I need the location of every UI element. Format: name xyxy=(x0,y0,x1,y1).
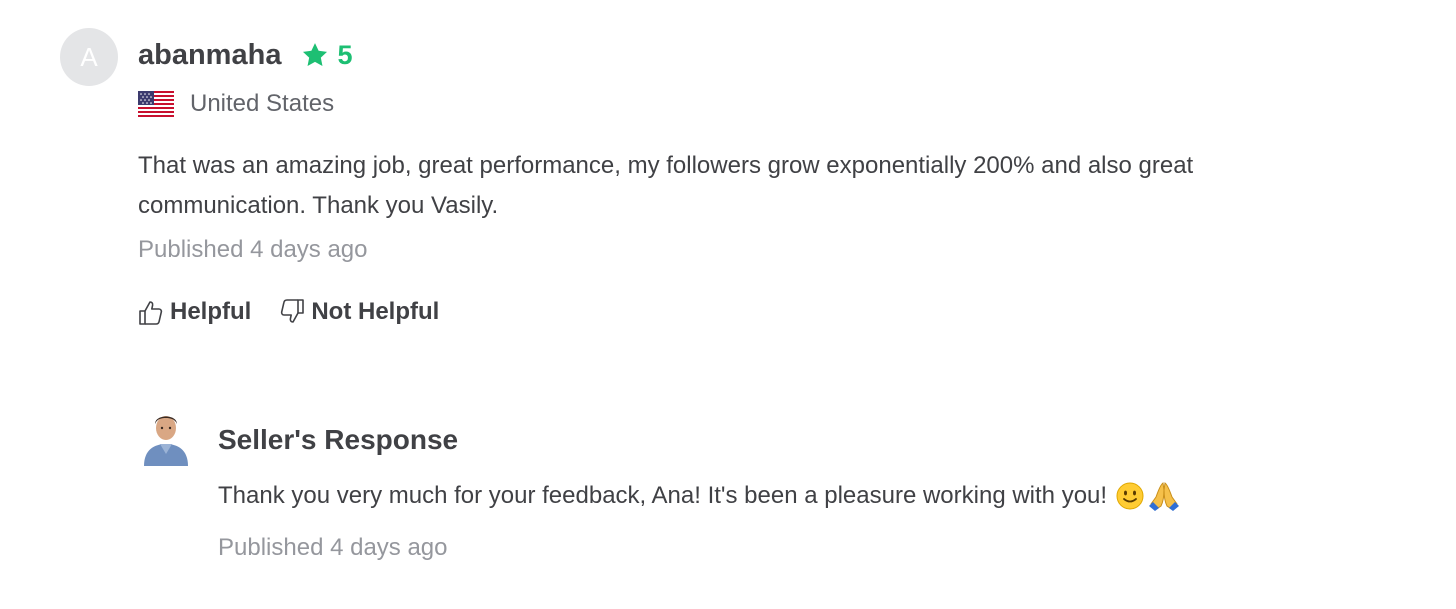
review-body: abanmaha 5 United States That was an ama… xyxy=(138,28,1388,326)
helpful-button[interactable]: Helpful xyxy=(138,298,251,326)
smiling-face-icon xyxy=(1116,482,1144,510)
reviewer-location: United States xyxy=(138,84,1388,124)
rating: 5 xyxy=(301,40,352,71)
response-text: Thank you very much for your feedback, A… xyxy=(218,482,1108,509)
thumbs-up-icon xyxy=(139,301,163,325)
helpful-actions: Helpful Not Helpful xyxy=(138,298,1388,326)
reviewer-avatar[interactable]: A xyxy=(60,28,118,86)
response-title: Seller's Response xyxy=(218,424,459,455)
response-text-row: Thank you very much for your feedback, A… xyxy=(218,480,1318,512)
review-comment: That was an amazing job, great performan… xyxy=(138,152,1194,219)
reviewer-header: abanmaha 5 xyxy=(138,28,1388,82)
review-published-date: Published 4 days ago xyxy=(138,236,368,263)
helpful-label: Helpful xyxy=(170,298,252,325)
folded-hands-icon xyxy=(1149,482,1180,511)
thumbs-down-icon xyxy=(281,299,305,323)
not-helpful-button[interactable]: Not Helpful xyxy=(279,298,439,326)
seller-avatar[interactable] xyxy=(140,406,192,466)
star-icon xyxy=(303,43,328,66)
not-helpful-label: Not Helpful xyxy=(311,298,440,325)
response-body: Seller's Response Thank you very much fo… xyxy=(218,424,1318,562)
response-published-date: Published 4 days ago xyxy=(218,534,448,561)
avatar-letter: A xyxy=(80,41,98,72)
us-flag-icon xyxy=(138,91,174,117)
reviewer-username[interactable]: abanmaha xyxy=(138,39,281,72)
reviewer-country: United States xyxy=(190,90,335,117)
rating-value: 5 xyxy=(337,39,353,70)
